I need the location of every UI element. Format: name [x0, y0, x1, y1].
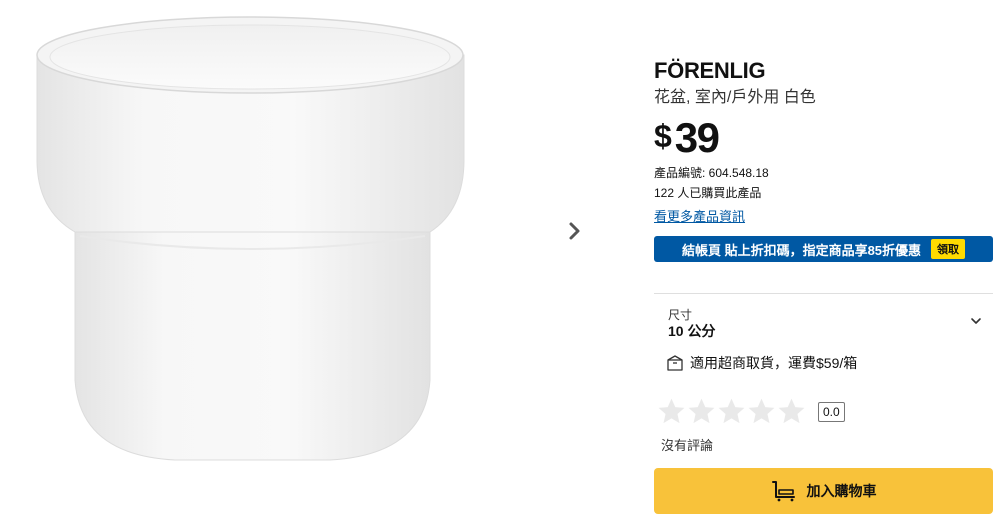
reviews-text: 沒有評論 [661, 438, 714, 453]
more-info-link[interactable]: 看更多產品資訊 [654, 206, 745, 225]
size-selector[interactable]: 尺寸 10 公分 [654, 296, 993, 346]
rating-value: 0.0 [818, 401, 845, 422]
star-icon [778, 398, 805, 424]
star-icon [658, 398, 685, 424]
chevron-down-icon [971, 318, 981, 324]
product-price: $39 [654, 114, 720, 161]
chevron-right-icon[interactable] [560, 216, 590, 246]
product-image-area [0, 0, 545, 521]
promo-banner[interactable]: 結帳頁 貼上折扣碼，指定商品享85折優惠 領取 [654, 236, 993, 262]
product-image[interactable] [0, 0, 545, 521]
divider [654, 293, 993, 294]
delivery-text: 適用超商取貨，運費$59/箱 [690, 355, 858, 371]
price-currency: $ [654, 118, 672, 154]
bought-count: 122 人已購買此產品 [654, 186, 762, 200]
product-name: FÖRENLIG [654, 58, 766, 83]
package-icon [667, 355, 683, 371]
star-icon [688, 398, 715, 424]
size-value: 10 公分 [668, 323, 716, 339]
star-icon [748, 398, 775, 424]
star-icon [718, 398, 745, 424]
promo-text: 結帳頁 貼上折扣碼，指定商品享85折優惠 [681, 242, 922, 258]
article-number: 產品編號: 604.548.18 [654, 166, 769, 180]
shopping-cart-icon [771, 481, 795, 502]
delivery-info: 適用超商取貨，運費$59/箱 [666, 353, 857, 373]
product-description: 花盆, 室內/戶外用 白色 [654, 89, 816, 106]
rating-stars[interactable]: 0.0 [656, 396, 845, 427]
add-to-cart-label: 加入購物車 [806, 483, 877, 499]
add-to-cart-button[interactable]: 加入購物車 [654, 468, 993, 514]
promo-claim-button[interactable]: 領取 [931, 239, 966, 259]
price-value: 39 [674, 114, 720, 161]
